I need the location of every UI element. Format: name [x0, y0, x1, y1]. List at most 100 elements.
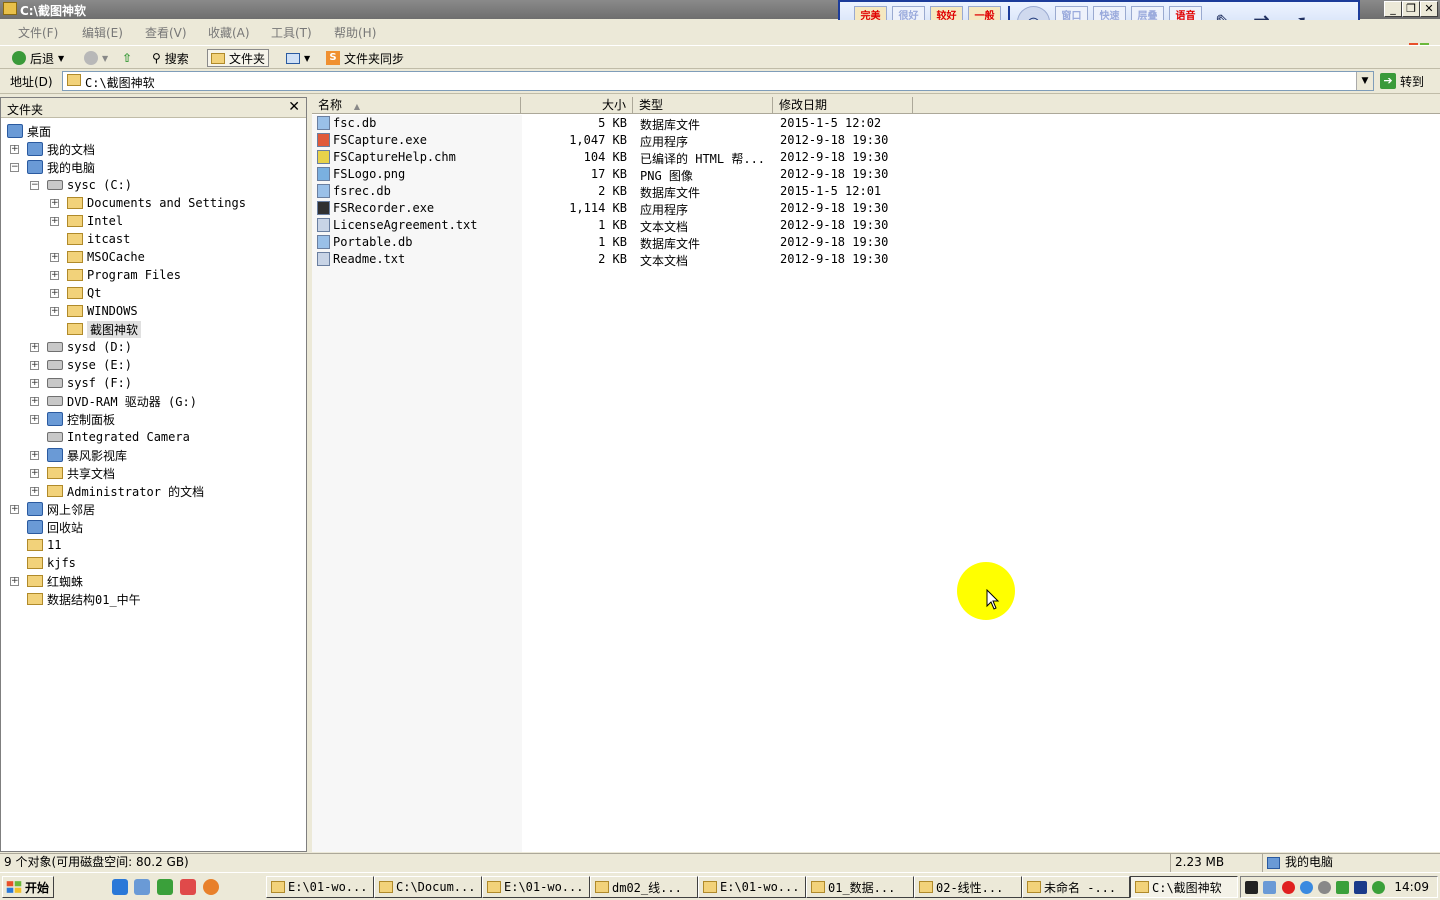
tree-item[interactable]: 网上邻居	[27, 500, 95, 518]
expand-icon[interactable]: +	[30, 361, 39, 370]
up-folder-button[interactable]: ⇧	[122, 49, 132, 67]
tree-item[interactable]: WINDOWS	[67, 302, 138, 320]
minimize-button[interactable]: _	[1384, 1, 1402, 17]
column-name[interactable]: 名称 ▲	[312, 97, 521, 114]
tree-item[interactable]: Integrated Camera	[47, 428, 190, 446]
settings-tray-icon[interactable]	[1318, 881, 1331, 894]
tree-item[interactable]: kjfs	[27, 554, 76, 572]
taskbar-task[interactable]: 01_数据...	[806, 876, 914, 898]
refresh-app-icon[interactable]	[157, 879, 173, 895]
tree-item[interactable]: sysf (F:)	[47, 374, 132, 392]
show-desktop-icon[interactable]	[134, 879, 150, 895]
tree-item[interactable]: Intel	[67, 212, 123, 230]
file-row[interactable]: fsc.db 5 KB 数据库文件 2015-1-5 12:02	[312, 115, 912, 132]
expand-icon[interactable]: +	[30, 487, 39, 496]
taskbar-task[interactable]: E:\01-wo...	[482, 876, 590, 898]
taskbar-task[interactable]: 02-线性...	[914, 876, 1022, 898]
file-row[interactable]: Portable.db 1 KB 数据库文件 2012-9-18 19:30	[312, 234, 912, 251]
expand-icon[interactable]: +	[10, 145, 19, 154]
collapse-icon[interactable]: −	[10, 163, 19, 172]
forward-button[interactable]: ▼	[84, 49, 108, 67]
taskbar-task[interactable]: C:\截图神软	[1130, 876, 1238, 898]
address-dropdown-button[interactable]: ▼	[1356, 72, 1373, 90]
tree-item[interactable]: 11	[27, 536, 61, 554]
expand-icon[interactable]: +	[30, 397, 39, 406]
tree-item[interactable]: syse (E:)	[47, 356, 132, 374]
address-input[interactable]: C:\截图神软 ▼	[62, 71, 1374, 91]
folders-button[interactable]: 文件夹	[207, 49, 270, 67]
tree-item[interactable]: 暴风影视库	[47, 446, 127, 464]
menu-file[interactable]: 文件(F)	[18, 24, 58, 41]
menu-favorites[interactable]: 收藏(A)	[208, 24, 250, 41]
menu-help[interactable]: 帮助(H)	[334, 24, 376, 41]
tree-item[interactable]: sysd (D:)	[47, 338, 132, 356]
file-row[interactable]: fsrec.db 2 KB 数据库文件 2015-1-5 12:01	[312, 183, 912, 200]
tree-item[interactable]: Administrator 的文档	[47, 482, 204, 500]
tree-item[interactable]: 红蜘蛛	[27, 572, 83, 590]
app-launcher-icon[interactable]	[180, 879, 196, 895]
expand-icon[interactable]: +	[10, 505, 19, 514]
collapse-icon[interactable]: −	[30, 181, 39, 190]
expand-icon[interactable]: +	[10, 577, 19, 586]
file-row[interactable]: FSCapture.exe 1,047 KB 应用程序 2012-9-18 19:30	[312, 132, 912, 149]
tree-item[interactable]: Qt	[67, 284, 101, 302]
tree-item[interactable]: 截图神软	[67, 320, 142, 338]
menu-tools[interactable]: 工具(T)	[271, 24, 312, 41]
expand-icon[interactable]: +	[50, 289, 59, 298]
taskbar-task[interactable]: E:\01-wo...	[266, 876, 374, 898]
column-date[interactable]: 修改日期	[773, 97, 913, 114]
taskbar-task[interactable]: 未命名 -...	[1022, 876, 1130, 898]
taskbar-task[interactable]: dm02_线...	[590, 876, 698, 898]
expand-icon[interactable]: +	[30, 415, 39, 424]
firefox-icon[interactable]	[203, 879, 219, 895]
file-row[interactable]: FSLogo.png 17 KB PNG 图像 2012-9-18 19:30	[312, 166, 912, 183]
search-button[interactable]: ⚲ 搜索	[152, 49, 189, 67]
views-button[interactable]: ▼	[286, 49, 310, 67]
recorder-tray-icon[interactable]	[1245, 881, 1258, 894]
expand-icon[interactable]: +	[50, 253, 59, 262]
ie-icon[interactable]	[112, 879, 128, 895]
tree-item[interactable]: Program Files	[67, 266, 181, 284]
tree-item[interactable]: DVD-RAM 驱动器 (G:)	[47, 392, 197, 410]
chevron-down-icon[interactable]: ▼	[102, 54, 108, 63]
update-tray-icon[interactable]	[1372, 881, 1385, 894]
tree-item[interactable]: 回收站	[27, 518, 83, 536]
tree-item[interactable]: 我的电脑	[27, 158, 95, 176]
file-row[interactable]: FSCaptureHelp.chm 104 KB 已编译的 HTML 帮... 201…	[312, 149, 912, 166]
tree-item[interactable]: 我的文档	[27, 140, 95, 158]
expand-icon[interactable]: +	[50, 271, 59, 280]
folder-sync-button[interactable]: S 文件夹同步	[326, 49, 404, 67]
tree-item[interactable]: 控制面板	[47, 410, 115, 428]
expand-icon[interactable]: +	[50, 217, 59, 226]
display-tray-icon[interactable]	[1354, 881, 1367, 894]
expand-icon[interactable]: +	[50, 307, 59, 316]
expand-icon[interactable]: +	[30, 451, 39, 460]
close-button[interactable]: ✕	[1420, 1, 1438, 17]
tree-item[interactable]: 数据结构01_中午	[27, 590, 141, 608]
go-button[interactable]: ➔ 转到	[1380, 71, 1424, 91]
expand-icon[interactable]: +	[50, 199, 59, 208]
tree-item[interactable]: 共享文档	[47, 464, 115, 482]
restore-button[interactable]: ❐	[1402, 1, 1420, 17]
security-tray-icon[interactable]	[1336, 881, 1349, 894]
chevron-down-icon[interactable]: ▼	[304, 54, 310, 63]
record-tray-icon[interactable]	[1282, 881, 1295, 894]
network-tray-icon[interactable]	[1263, 881, 1276, 894]
messenger-tray-icon[interactable]	[1300, 881, 1313, 894]
taskbar-task[interactable]: C:\Docum...	[374, 876, 482, 898]
tree-item[interactable]: Documents and Settings	[67, 194, 246, 212]
column-type[interactable]: 类型	[633, 97, 773, 114]
back-button[interactable]: 后退 ▼	[12, 49, 64, 67]
menu-edit[interactable]: 编辑(E)	[82, 24, 123, 41]
tree-item[interactable]: itcast	[67, 230, 130, 248]
file-row[interactable]: Readme.txt 2 KB 文本文档 2012-9-18 19:30	[312, 251, 912, 268]
tree-item[interactable]: sysc (C:)	[47, 176, 132, 194]
taskbar-task[interactable]: E:\01-wo...	[698, 876, 806, 898]
expand-icon[interactable]: +	[30, 379, 39, 388]
menu-view[interactable]: 查看(V)	[145, 24, 187, 41]
expand-icon[interactable]: +	[30, 343, 39, 352]
start-button[interactable]: 开始	[2, 876, 54, 898]
tree-item[interactable]: MSOCache	[67, 248, 145, 266]
file-row[interactable]: FSRecorder.exe 1,114 KB 应用程序 2012-9-18 19:3…	[312, 200, 912, 217]
tree-item[interactable]: 桌面	[7, 122, 51, 140]
